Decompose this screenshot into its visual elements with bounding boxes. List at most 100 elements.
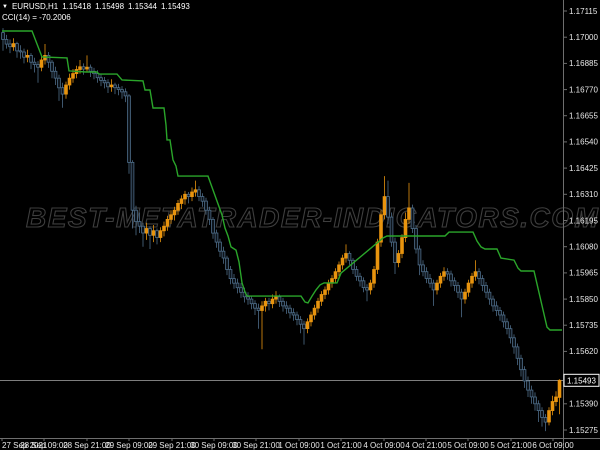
candle-body — [411, 208, 414, 229]
candle-body — [100, 78, 103, 81]
ohlc-open-value: 1.15418 — [62, 2, 91, 12]
candle-body — [194, 190, 197, 192]
candle-body — [142, 226, 145, 233]
candle-body — [208, 210, 211, 219]
candle-body — [359, 276, 362, 281]
price-axis-label: 1.17115 — [569, 7, 598, 16]
candle-body — [271, 299, 274, 304]
candle-body — [268, 301, 271, 303]
candle-body — [534, 397, 537, 404]
candle-body — [54, 71, 57, 78]
candle-body — [215, 233, 218, 242]
price-axis-label: 1.16195 — [569, 216, 598, 225]
candle-body — [254, 304, 257, 309]
candle-body — [68, 78, 71, 85]
candle-body — [436, 283, 439, 290]
candle-body — [544, 418, 547, 423]
candle-body — [513, 338, 516, 347]
price-axis-label: 1.16540 — [569, 138, 598, 147]
candle-body — [355, 270, 358, 277]
time-scale[interactable]: 27 Sep 202128 Sep 09:0028 Sep 21:0029 Se… — [2, 438, 574, 450]
candle-body — [5, 40, 8, 45]
candle-body — [23, 52, 26, 57]
indicator-readout-line: CCI(14) = -70.2006 — [2, 13, 190, 23]
candle-body — [443, 272, 446, 277]
candle-body — [103, 81, 106, 83]
candle-body — [418, 249, 421, 265]
candle-body — [446, 272, 449, 274]
ohlc-high-value: 1.15498 — [95, 2, 124, 12]
price-axis-label: 1.16310 — [569, 190, 598, 199]
price-axis-label: 1.16425 — [569, 164, 598, 173]
candle-body — [138, 222, 141, 227]
symbol-dropdown-icon[interactable]: ▼ — [2, 3, 8, 11]
current-price-box-value: 1.15493 — [567, 376, 596, 385]
candle-body — [173, 210, 176, 215]
candle-body — [551, 402, 554, 411]
candle-body — [114, 85, 117, 88]
candle-body — [282, 301, 285, 306]
candle-body — [149, 229, 152, 236]
candle-body — [65, 85, 68, 94]
candle-body — [509, 329, 512, 338]
candle-body — [296, 315, 299, 320]
candle-body — [9, 44, 12, 47]
candle-body — [523, 370, 526, 381]
candle-body — [390, 217, 393, 242]
candle-body — [341, 258, 344, 265]
price-chart-canvas[interactable]: 1.171151.170001.168851.167701.166551.165… — [0, 0, 600, 450]
candle-body — [397, 254, 400, 263]
candle-body — [240, 288, 243, 293]
candle-body — [548, 411, 551, 422]
price-axis-label: 1.15965 — [569, 269, 598, 278]
price-scale[interactable]: 1.171151.170001.168851.167701.166551.165… — [563, 7, 598, 435]
candle-body — [110, 85, 113, 87]
candle-body — [79, 67, 82, 70]
candle-body — [404, 219, 407, 237]
candle-body — [313, 308, 316, 315]
candle-body — [145, 229, 148, 234]
candle-body — [537, 404, 540, 411]
candle-body — [177, 203, 180, 210]
candle-body — [527, 381, 530, 390]
candle-body — [317, 301, 320, 308]
candle-body — [457, 285, 460, 292]
price-axis-label: 1.16655 — [569, 112, 598, 121]
candle-body — [558, 380, 561, 397]
candle-body — [166, 219, 169, 226]
candle-body — [383, 197, 386, 215]
candle-body — [128, 96, 131, 162]
candle-body — [303, 324, 306, 329]
candle-body — [373, 270, 376, 284]
candle-body — [58, 78, 61, 88]
candle-body — [520, 358, 523, 369]
price-axis-label: 1.16080 — [569, 243, 598, 252]
candle-body — [376, 242, 379, 269]
candle-body — [89, 67, 92, 71]
candle-body — [488, 292, 491, 299]
price-axis-label: 1.15275 — [569, 426, 598, 435]
candle-body — [180, 199, 183, 204]
candle-body — [229, 270, 232, 279]
candle-body — [292, 313, 295, 315]
candle-body — [236, 283, 239, 288]
candle-body — [334, 272, 337, 279]
candle-body — [467, 283, 470, 292]
candle-body — [12, 44, 15, 47]
candle-body — [212, 219, 215, 233]
candle-body — [474, 272, 477, 277]
candle-body — [394, 242, 397, 263]
candle-body — [555, 397, 558, 402]
candle-body — [159, 231, 162, 238]
candle-body — [152, 231, 155, 236]
candle-body — [135, 210, 138, 221]
time-axis-label: 28 Sep 09:00 — [20, 441, 68, 450]
candle-body — [310, 315, 313, 322]
candle-body — [439, 276, 442, 283]
symbol-info-line: ▼ EURUSD,H1 1.15418 1.15498 1.15344 1.15… — [2, 2, 190, 12]
candle-body — [131, 162, 134, 210]
candle-body — [408, 208, 411, 219]
time-axis-label: 1 Oct 21:00 — [320, 441, 362, 450]
candle-body — [327, 283, 330, 290]
candle-body — [219, 242, 222, 251]
